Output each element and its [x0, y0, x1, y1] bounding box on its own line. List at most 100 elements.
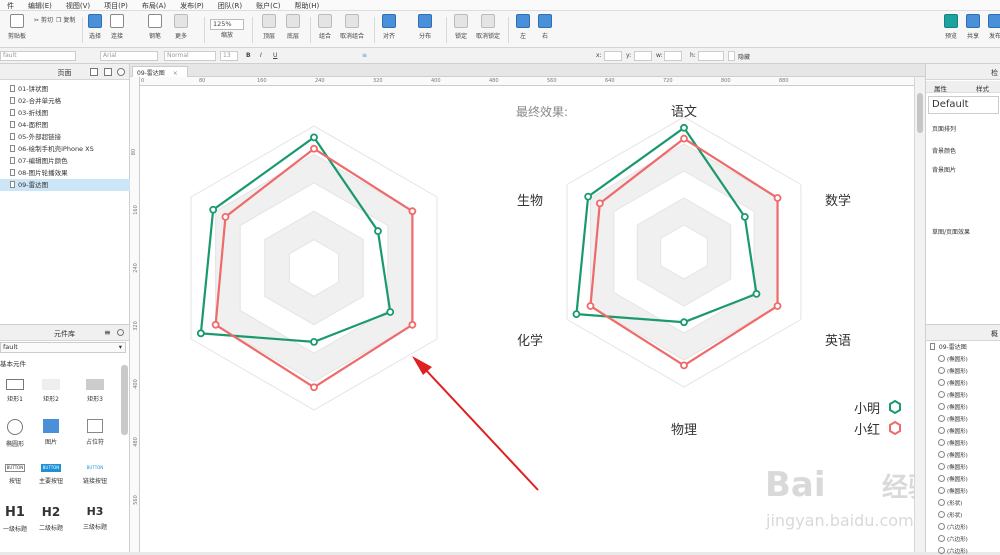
bring-front-button[interactable]: 顶层 — [262, 14, 276, 40]
widget-placeholder[interactable]: 占位符 — [80, 419, 110, 446]
add-page-icon[interactable] — [90, 68, 98, 76]
underline-button[interactable]: U — [273, 52, 277, 59]
library-select[interactable]: fault ▾ — [0, 342, 126, 353]
publish-button[interactable]: 发布 — [988, 14, 1000, 40]
outline-item[interactable]: (椭圆形) — [938, 379, 968, 387]
w-input[interactable] — [664, 51, 682, 61]
widget-rect1[interactable]: 矩形1 — [0, 379, 30, 403]
select-tool-button[interactable]: 选择 — [88, 14, 102, 40]
tab-radar-page[interactable]: 09-雷达图 × — [132, 66, 188, 77]
weight-select[interactable]: Normal — [164, 51, 216, 61]
section-bg-image[interactable]: 背景图片 — [932, 165, 956, 174]
connect-tool-button[interactable]: 连接 — [110, 14, 124, 40]
tab-properties[interactable]: 属性 — [934, 83, 947, 93]
page-item[interactable]: 08-图片轮播效果 — [0, 167, 130, 179]
page-item[interactable]: 04-面积图 — [0, 119, 130, 131]
section-sketch-effect[interactable]: 草图/页面效果 — [932, 227, 970, 236]
menu-icon[interactable]: ≡ — [104, 328, 111, 337]
outline-item[interactable]: (形状) — [938, 511, 962, 519]
align-center-icon[interactable]: ≡ — [362, 52, 367, 59]
page-item[interactable]: 02-合并单元格 — [0, 95, 130, 107]
outline-item[interactable]: (椭圆形) — [938, 355, 968, 363]
italic-button[interactable]: I — [260, 52, 262, 59]
widget-ellipse[interactable]: 椭圆形 — [0, 419, 30, 448]
group-button[interactable]: 组合 — [318, 14, 332, 40]
design-canvas[interactable]: 最终效果: 语文 数学 英语 物理 化学 生物 小明 小红 Bai 经验 jin… — [140, 86, 934, 552]
lock-button[interactable]: 锁定 — [454, 14, 468, 40]
widget-rect3[interactable]: 矩形3 — [80, 379, 110, 403]
unlock-button[interactable]: 取消锁定 — [476, 14, 500, 40]
pen-tool-button[interactable]: 钢笔 — [148, 14, 162, 40]
widget-link-button[interactable]: BUTTON 链接按钮 — [80, 464, 110, 485]
outline-item[interactable]: (六边形) — [938, 547, 968, 555]
widget-image[interactable]: 图片 — [36, 419, 66, 446]
outline-item[interactable]: (六边形) — [938, 523, 968, 531]
add-folder-icon[interactable] — [104, 68, 112, 76]
share-button[interactable]: 共享 — [966, 14, 980, 40]
widget-primary-button[interactable]: BUTTON 主要按钮 — [36, 464, 66, 485]
outline-item[interactable]: (形状) — [938, 499, 962, 507]
outline-item[interactable]: (椭圆形) — [938, 391, 968, 399]
x-input[interactable] — [604, 51, 622, 61]
menu-item[interactable]: 团队(R) — [211, 0, 249, 10]
outline-item[interactable]: (椭圆形) — [938, 367, 968, 375]
outline-item[interactable]: (椭圆形) — [938, 475, 968, 483]
menu-item[interactable]: 布局(A) — [135, 0, 173, 10]
widget-h2[interactable]: H2 二级标题 — [36, 505, 66, 532]
distribute-button[interactable]: 分布 — [418, 14, 432, 40]
outline-item[interactable]: (椭圆形) — [938, 439, 968, 447]
menu-item[interactable]: 视图(V) — [59, 0, 97, 10]
preview-button[interactable]: 预览 — [944, 14, 958, 40]
menu-item[interactable]: 编辑(E) — [21, 0, 59, 10]
align-button[interactable]: 对齐 — [382, 14, 396, 40]
outline-item[interactable]: (椭圆形) — [938, 427, 968, 435]
section-bg-color[interactable]: 背景颜色 — [932, 146, 956, 155]
left-button[interactable]: 左 — [516, 14, 530, 40]
tab-style[interactable]: 样式 — [976, 83, 989, 93]
page-item[interactable]: 09-雷达图 — [0, 179, 130, 191]
search-icon[interactable] — [117, 68, 125, 76]
ungroup-button[interactable]: 取消组合 — [340, 14, 364, 40]
cut-button[interactable]: ✂ 剪切 — [34, 15, 53, 24]
page-item[interactable]: 05-外部超链接 — [0, 131, 130, 143]
page-name-field[interactable]: Default — [928, 96, 999, 114]
h-input[interactable] — [698, 51, 724, 61]
widget-button[interactable]: BUTTON 按钮 — [0, 464, 30, 485]
page-item[interactable]: 03-折线图 — [0, 107, 130, 119]
canvas-scrollbar[interactable] — [914, 77, 925, 552]
menu-item[interactable]: 项目(P) — [97, 0, 135, 10]
outline-item[interactable]: (椭圆形) — [938, 451, 968, 459]
outline-item[interactable]: (椭圆形) — [938, 463, 968, 471]
widget-scrollbar[interactable] — [121, 365, 128, 435]
widget-h3[interactable]: H3 三级标题 — [80, 505, 110, 531]
menu-item[interactable]: 发布(P) — [173, 0, 211, 10]
paste-button[interactable]: 剪贴板 — [8, 14, 26, 40]
y-input[interactable] — [634, 51, 652, 61]
menu-item[interactable]: 件 — [0, 0, 21, 10]
close-icon[interactable]: × — [173, 70, 178, 77]
section-page-align[interactable]: 页面排列 — [932, 124, 956, 133]
menu-item[interactable]: 帮助(H) — [287, 0, 326, 10]
outline-page-node[interactable]: 09-雷达图 — [930, 342, 967, 351]
widget-rect2[interactable]: 矩形2 — [36, 379, 66, 403]
scroll-thumb[interactable] — [917, 93, 923, 133]
widget-h1[interactable]: H1 一级标题 — [0, 505, 30, 533]
zoom-select[interactable]: 125% 缩放 — [210, 19, 244, 39]
font-size-select[interactable]: 13 — [220, 51, 238, 61]
font-select[interactable]: Arial — [100, 51, 158, 61]
outline-item[interactable]: (六边形) — [938, 535, 968, 543]
send-back-button[interactable]: 底层 — [286, 14, 300, 40]
page-item[interactable]: 01-饼状图 — [0, 83, 130, 95]
page-item[interactable]: 07-编辑图片颜色 — [0, 155, 130, 167]
search-icon[interactable] — [117, 329, 124, 336]
bold-button[interactable]: B — [246, 52, 251, 59]
more-tools-button[interactable]: 更多 — [174, 14, 188, 40]
page-item[interactable]: 06-绘制手机壳iPhone XS — [0, 143, 130, 155]
hidden-checkbox[interactable] — [728, 51, 735, 61]
outline-item[interactable]: (椭圆形) — [938, 403, 968, 411]
widget-category[interactable]: 基本元件 — [0, 358, 26, 368]
copy-button[interactable]: ❐ 复制 — [56, 15, 75, 24]
style-select[interactable]: fault — [0, 51, 76, 61]
menu-item[interactable]: 账户(C) — [249, 0, 287, 10]
outline-item[interactable]: (椭圆形) — [938, 487, 968, 495]
